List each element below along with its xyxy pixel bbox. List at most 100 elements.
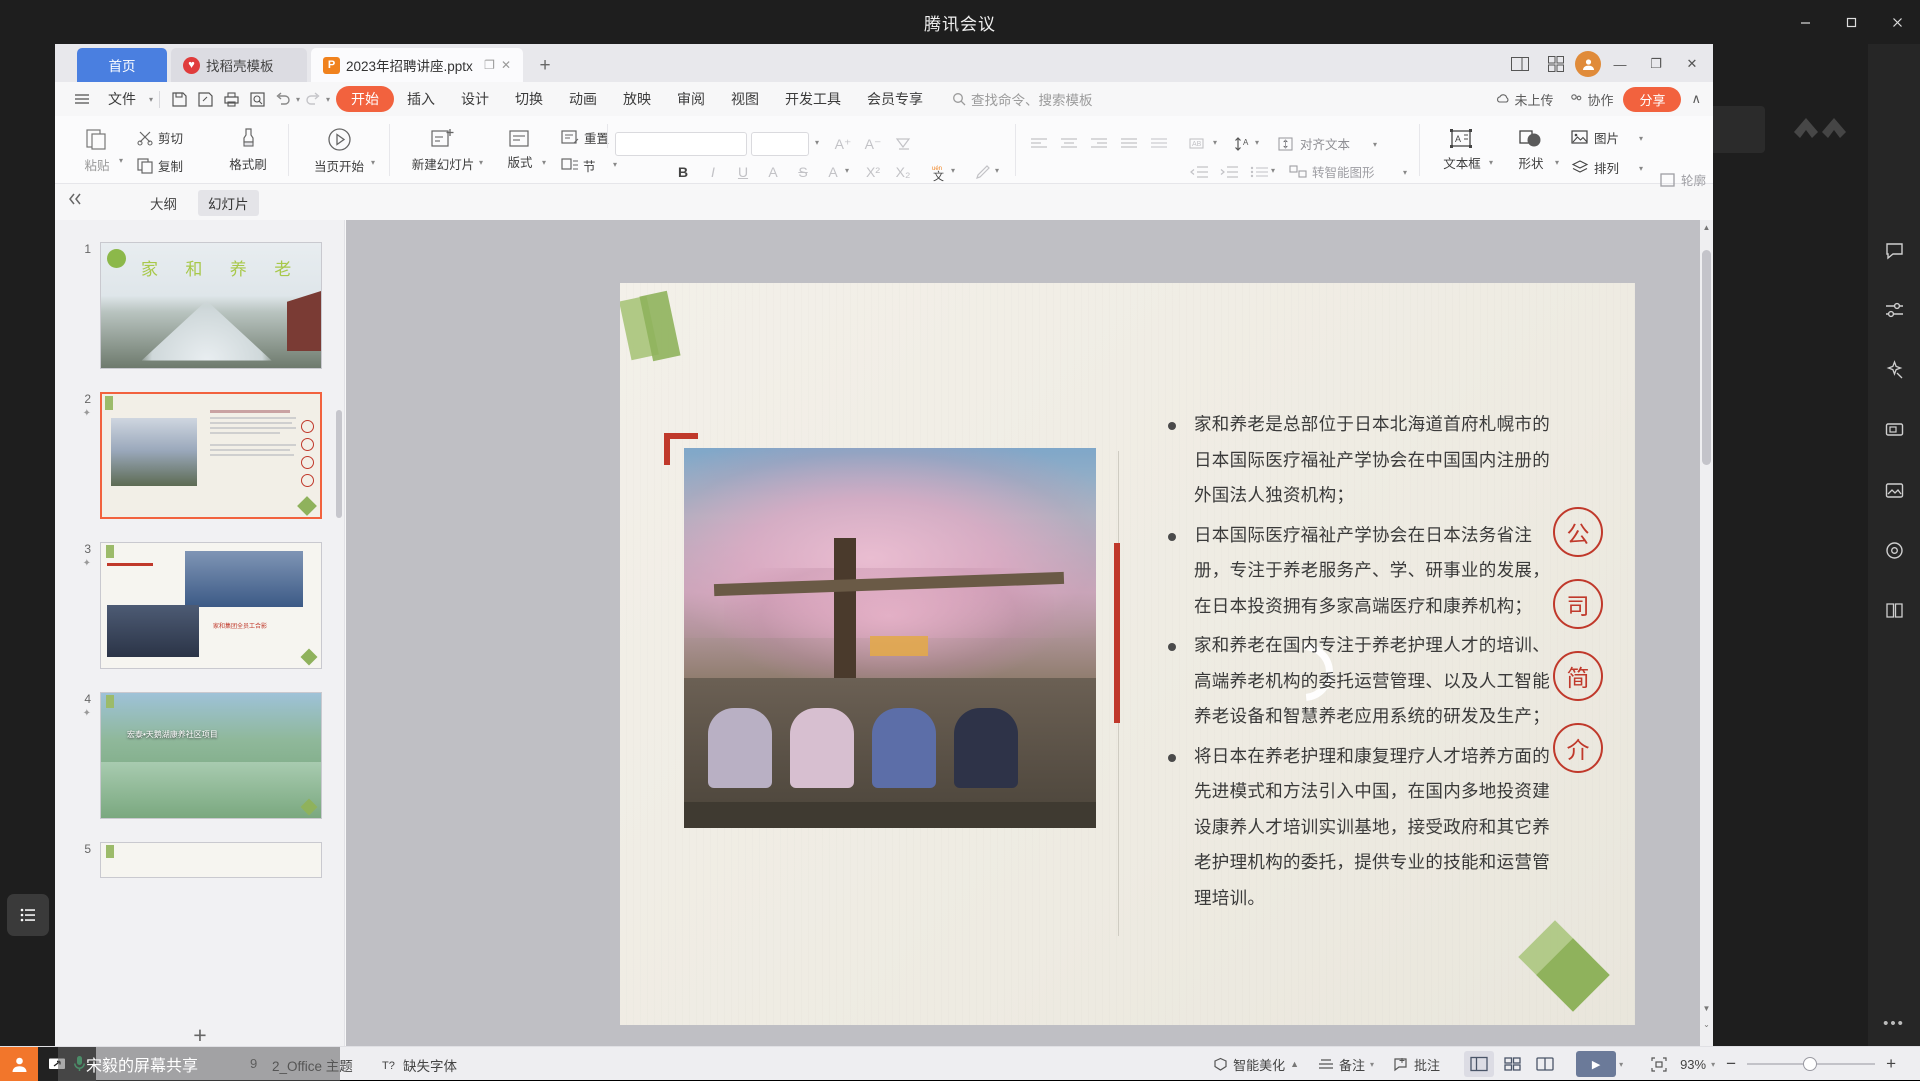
tab-close-icon[interactable]: ✕	[501, 58, 511, 72]
decrease-indent-button[interactable]	[1187, 160, 1211, 184]
command-search[interactable]: 查找命令、搜索模板	[952, 89, 1093, 109]
font-size-input[interactable]	[751, 132, 809, 156]
scroll-up-icon[interactable]: ▲	[1700, 220, 1713, 235]
bullet-list-caret-icon[interactable]: ▾	[1271, 166, 1275, 175]
scroll-down-icon[interactable]: ▼	[1700, 1001, 1713, 1016]
wps-close-button[interactable]: ✕	[1675, 49, 1709, 79]
zoom-slider[interactable]	[1747, 1047, 1875, 1081]
slide-sorter-view-button[interactable]	[1497, 1051, 1527, 1077]
wps-maximize-button[interactable]: ❐	[1639, 49, 1673, 79]
tab-slideshow[interactable]: 放映	[610, 86, 664, 112]
upload-status[interactable]: 未上传	[1490, 90, 1559, 109]
thumb-preview-5[interactable]	[100, 842, 322, 878]
zoom-level-label[interactable]: 93%	[1678, 1051, 1708, 1077]
bullet-list-button[interactable]	[1247, 160, 1271, 184]
align-right-button[interactable]	[1087, 132, 1111, 156]
layout-button[interactable]: 版式	[495, 124, 545, 176]
avatar[interactable]	[1575, 51, 1601, 77]
arrange-button[interactable]: 排列	[1571, 158, 1619, 177]
start-here-caret-icon[interactable]: ▾	[371, 158, 375, 167]
maximize-button[interactable]	[1828, 0, 1874, 44]
new-slide-button[interactable]: 新建幻灯片	[403, 124, 483, 176]
comment-button[interactable]: 批注	[1385, 1051, 1448, 1077]
picture-button[interactable]: 图片	[1571, 128, 1619, 147]
slide-canvas-area[interactable]: 家和养老是总部位于日本北海道首府札幌市的日本国际医疗福祉产学协会在中国国内注册的…	[346, 220, 1713, 1046]
font-size-caret-icon[interactable]: ▾	[815, 138, 819, 147]
thumb-preview-1[interactable]: 家 和 养 老	[100, 242, 322, 369]
print-preview-icon[interactable]	[244, 86, 270, 112]
zoom-caret-icon[interactable]: ▾	[1711, 1060, 1715, 1069]
thumb-preview-3[interactable]: 家和集团全员工合影	[100, 542, 322, 669]
tab-insert[interactable]: 插入	[394, 86, 448, 112]
increase-font-size-button[interactable]: A⁺	[831, 132, 855, 156]
tab-design[interactable]: 设计	[448, 86, 502, 112]
print-icon[interactable]	[218, 86, 244, 112]
slide-bullet-list[interactable]: 家和养老是总部位于日本北海道首府札幌市的日本国际医疗福祉产学协会在中国国内注册的…	[1160, 408, 1560, 921]
text-shadow-button[interactable]: A	[761, 160, 785, 184]
italic-button[interactable]: I	[701, 160, 725, 184]
canvas-scroll-thumb[interactable]	[1702, 250, 1711, 465]
underline-button[interactable]: U	[731, 160, 755, 184]
clear-format-button[interactable]	[891, 132, 915, 156]
tab-animation[interactable]: 动画	[556, 86, 610, 112]
normal-view-button[interactable]	[1464, 1051, 1494, 1077]
distribute-button[interactable]	[1147, 132, 1171, 156]
shape-button[interactable]: 形状	[1503, 124, 1559, 176]
new-slide-caret-icon[interactable]: ▾	[479, 158, 483, 167]
arrange-caret-icon[interactable]: ▾	[1639, 164, 1643, 173]
shape-caret-icon[interactable]: ▾	[1555, 158, 1559, 167]
text-direction-caret-icon[interactable]: ▾	[1213, 138, 1217, 147]
section-caret-icon[interactable]: ▾	[613, 160, 617, 169]
add-slide-button[interactable]: +	[183, 1020, 217, 1046]
share-button[interactable]: 分享	[1623, 87, 1681, 112]
tab-review[interactable]: 审阅	[664, 86, 718, 112]
more-options-button[interactable]: •••	[1868, 1015, 1920, 1032]
ribbon-collapse-icon[interactable]: ∧	[1685, 91, 1707, 107]
hamburger-icon[interactable]	[69, 86, 95, 112]
font-name-input[interactable]	[615, 132, 747, 156]
text-direction-button[interactable]: AB	[1187, 132, 1211, 156]
collapse-pane-button[interactable]	[67, 192, 84, 209]
slide-editing-surface[interactable]: 家和养老是总部位于日本北海道首府札幌市的日本国际医疗福祉产学协会在中国国内注册的…	[620, 283, 1635, 1025]
file-menu-caret-icon[interactable]: ▾	[149, 95, 153, 104]
participants-list-button[interactable]	[7, 894, 49, 936]
tab-slides[interactable]: 幻灯片	[198, 190, 259, 216]
slide-photo[interactable]	[684, 448, 1096, 828]
decrease-font-size-button[interactable]: A⁻	[861, 132, 885, 156]
notes-caret-icon[interactable]: ▾	[1370, 1060, 1374, 1069]
subscript-button[interactable]: X₂	[891, 160, 915, 184]
thumb-preview-4[interactable]: 宏泰•天鹅湖康养社区项目	[100, 692, 322, 819]
split-view-icon[interactable]	[1503, 49, 1537, 79]
file-menu[interactable]: 文件	[95, 86, 149, 112]
format-painter-button[interactable]: 格式刷	[220, 124, 276, 176]
copy-button[interactable]: 复制	[137, 156, 183, 175]
settings-sliders-icon[interactable]	[1868, 290, 1920, 330]
tab-home[interactable]: 首页	[77, 48, 167, 82]
next-slide-icon[interactable]: ⌄	[1700, 1017, 1713, 1032]
highlight-button[interactable]	[971, 160, 995, 184]
magic-wand-icon[interactable]	[1868, 350, 1920, 390]
missing-font-indicator[interactable]: T? 缺失字体	[382, 1055, 457, 1075]
thumb-preview-2[interactable]	[100, 392, 322, 519]
chat-icon[interactable]	[1868, 230, 1920, 270]
new-tab-button[interactable]: +	[533, 54, 557, 78]
tab-developer-tools[interactable]: 开发工具	[772, 86, 854, 112]
justify-button[interactable]	[1117, 132, 1141, 156]
align-text-button[interactable]: 对齐文本	[1277, 134, 1350, 153]
smart-beautify-button[interactable]: 智能美化 ▲	[1205, 1051, 1307, 1077]
tab-outline[interactable]: 大纲	[140, 190, 187, 216]
reset-button[interactable]: 重置	[561, 128, 609, 147]
fit-to-window-button[interactable]	[1643, 1051, 1675, 1077]
layout-caret-icon[interactable]: ▾	[542, 158, 546, 167]
pinyin-caret-icon[interactable]: ▾	[951, 166, 955, 175]
superscript-button[interactable]: X²	[861, 160, 885, 184]
paste-caret-icon[interactable]: ▾	[119, 156, 123, 165]
tab-restore-icon[interactable]: ❐	[484, 58, 495, 72]
align-text-caret-icon[interactable]: ▾	[1373, 140, 1377, 149]
save-icon[interactable]	[166, 86, 192, 112]
start-from-current-button[interactable]: 当页开始	[303, 124, 375, 176]
image-icon[interactable]	[1868, 470, 1920, 510]
pinyin-guide-button[interactable]: uén文	[927, 160, 951, 184]
increase-indent-button[interactable]	[1217, 160, 1241, 184]
user-avatar-badge[interactable]	[0, 1047, 38, 1081]
